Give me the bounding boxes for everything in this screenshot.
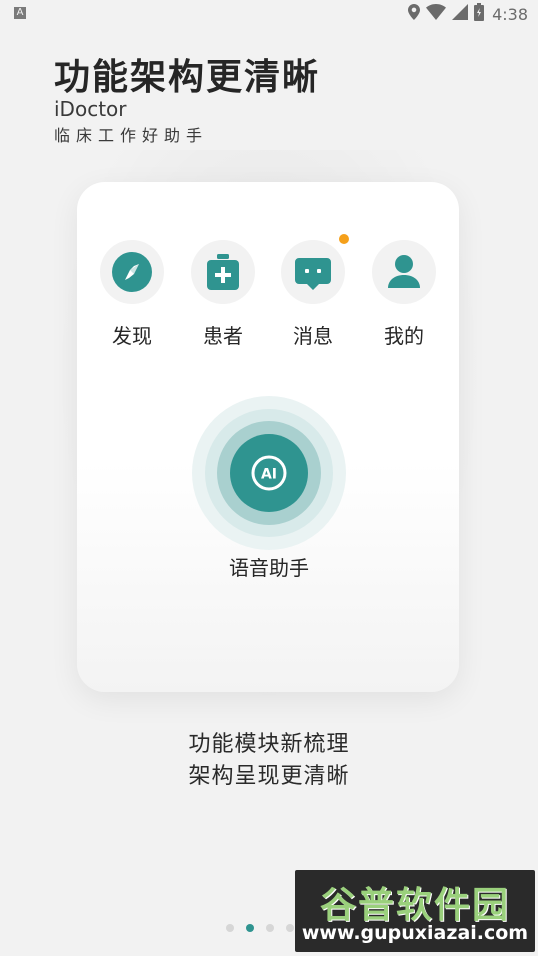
nav-circle: [191, 240, 255, 304]
svg-text:AI: AI: [261, 467, 277, 483]
status-bar: A 4:38: [0, 0, 538, 28]
medical-kit-icon: [207, 254, 239, 290]
watermark-title: 谷普软件园: [319, 885, 510, 926]
nav-circle: [100, 240, 164, 304]
nav-item-patients[interactable]: 患者: [183, 240, 263, 350]
voice-assistant-label: 语音助手: [229, 556, 309, 580]
app-name: iDoctor: [54, 97, 127, 121]
voice-assistant-button[interactable]: AI: [230, 434, 308, 512]
nav-item-discover[interactable]: 发现: [92, 240, 172, 350]
page-title: 功能架构更清晰: [54, 57, 321, 98]
app-tagline: 临床工作好助手: [54, 126, 209, 145]
unread-badge: [339, 234, 349, 244]
signal-icon: [452, 4, 469, 24]
battery-icon: [474, 3, 485, 25]
nav-label-discover: 发现: [112, 324, 152, 348]
status-time: 4:38: [492, 4, 528, 24]
site-watermark: 谷普软件园 www.gupuxiazai.com: [295, 870, 535, 952]
page-indicator: [226, 924, 294, 932]
ai-icon: AI: [251, 455, 287, 491]
page-dot-active[interactable]: [246, 924, 254, 932]
feature-preview-card: 发现 患者 消息 我的 AI 语音助手: [77, 182, 459, 692]
nav-label-patients: 患者: [203, 324, 243, 348]
message-icon: [295, 258, 331, 290]
wifi-icon: [426, 4, 447, 24]
location-icon: [408, 4, 421, 24]
notification-icon: A: [14, 7, 26, 19]
description-line-1: 功能模块新梳理: [188, 732, 350, 757]
onboarding-screen: A 4:38 功能架构更清晰 iDoctor 临床工作好助手 发现 患者 消息 …: [0, 0, 538, 956]
compass-icon: [112, 252, 152, 292]
nav-item-profile[interactable]: 我的: [364, 240, 444, 350]
nav-circle: [281, 234, 349, 304]
watermark-url: www.gupuxiazai.com: [301, 922, 529, 944]
description-line-2: 架构呈现更清晰: [188, 764, 350, 789]
nav-item-messages[interactable]: 消息: [273, 234, 353, 350]
nav-circle: [372, 240, 436, 304]
status-icons: 4:38: [408, 3, 528, 25]
nav-label-messages: 消息: [293, 324, 333, 348]
nav-label-profile: 我的: [384, 324, 424, 348]
user-icon: [388, 255, 420, 288]
page-dot[interactable]: [286, 924, 294, 932]
page-dot[interactable]: [266, 924, 274, 932]
page-dot[interactable]: [226, 924, 234, 932]
